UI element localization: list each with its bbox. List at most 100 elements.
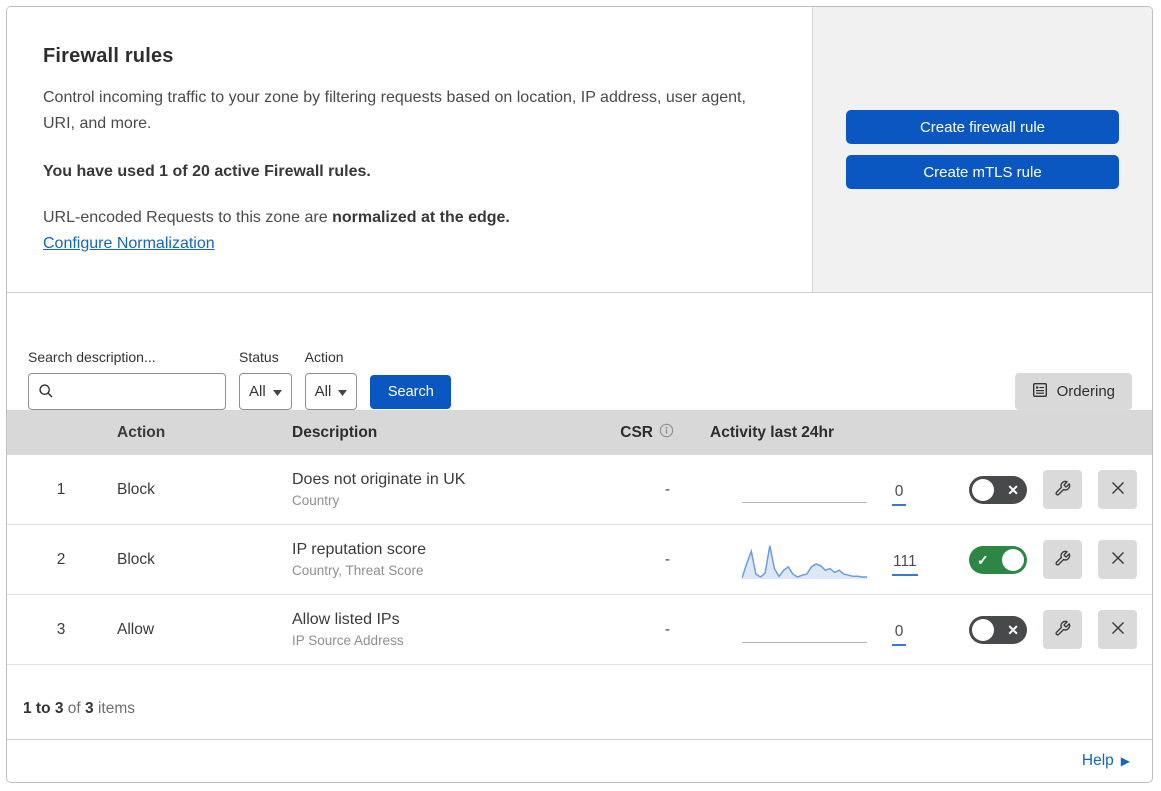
- rule-activity-cell: 0: [702, 470, 952, 510]
- ordering-list-icon: [1032, 382, 1048, 402]
- table-footer: 1 to 3 of 3 items: [7, 665, 1152, 740]
- activity-count-link[interactable]: 111: [892, 553, 918, 576]
- configure-normalization-link[interactable]: Configure Normalization: [43, 235, 215, 253]
- rule-description-cell: Allow listed IPs IP Source Address: [272, 611, 582, 648]
- close-icon: [1110, 620, 1126, 639]
- rule-controls: ✓: [952, 540, 1152, 579]
- rule-description-cell: IP reputation score Country, Threat Scor…: [272, 541, 582, 578]
- rule-priority: 3: [56, 620, 66, 638]
- activity-sparkline: [742, 610, 872, 650]
- activity-sparkline: [741, 540, 872, 580]
- rule-enabled-toggle[interactable]: ✓: [969, 545, 1027, 574]
- search-input[interactable]: [28, 373, 226, 410]
- rule-action: Block: [117, 480, 155, 498]
- rule-priority: 1: [56, 480, 66, 498]
- help-link-label: Help: [1081, 752, 1114, 769]
- status-dropdown[interactable]: All: [239, 373, 292, 410]
- rule-controls: ✕: [952, 610, 1152, 649]
- delete-rule-button[interactable]: [1098, 470, 1137, 509]
- rule-csr-value: -: [664, 620, 670, 638]
- header-section: Firewall rules Control incoming traffic …: [7, 7, 1152, 293]
- search-label: Search description...: [28, 349, 156, 365]
- status-label: Status: [239, 349, 279, 365]
- page-description: Control incoming traffic to your zone by…: [43, 89, 746, 132]
- rule-criteria: Country, Threat Score: [292, 563, 424, 578]
- activity-count-link[interactable]: 0: [892, 483, 906, 506]
- help-link[interactable]: Help ▶: [1082, 752, 1130, 770]
- rule-action: Allow: [117, 620, 155, 638]
- rule-enabled-toggle[interactable]: ✕: [969, 475, 1027, 504]
- header-text-area: Firewall rules Control incoming traffic …: [7, 7, 813, 292]
- table-body: 1 Block Does not originate in UK Country…: [7, 455, 1152, 665]
- rule-activity-cell: 0: [702, 610, 952, 650]
- actions-panel: Create firewall rule Create mTLS rule: [813, 7, 1152, 292]
- wrench-icon: [1054, 550, 1071, 570]
- csr-header-label: CSR: [620, 423, 653, 441]
- usage-statement: You have used 1 of 20 active Firewall ru…: [43, 163, 371, 180]
- rule-priority: 2: [56, 550, 66, 568]
- rule-criteria: IP Source Address: [292, 633, 404, 648]
- pagination-summary: 1 to 3 of 3 items: [23, 700, 135, 717]
- action-label: Action: [304, 349, 344, 365]
- action-filter-group: Action All: [304, 349, 358, 410]
- table-row: 2 Block IP reputation score Country, Thr…: [7, 525, 1152, 595]
- close-icon: [1110, 480, 1126, 499]
- toggle-knob: [1002, 548, 1024, 571]
- close-icon: [1110, 550, 1126, 569]
- rule-criteria: Country: [292, 493, 340, 508]
- action-value: All: [314, 383, 332, 400]
- x-icon: ✕: [1007, 621, 1019, 638]
- table-row: 3 Allow Allow listed IPs IP Source Addre…: [7, 595, 1152, 665]
- help-bar: Help ▶: [7, 740, 1152, 782]
- description-column-header: Description: [292, 423, 378, 441]
- activity-sparkline: [742, 470, 872, 510]
- normalization-text: URL-encoded Requests to this zone are: [43, 209, 333, 226]
- edit-rule-button[interactable]: [1043, 610, 1082, 649]
- rule-description-cell: Does not originate in UK Country: [272, 471, 582, 508]
- search-box: [28, 373, 226, 410]
- rule-controls: ✕: [952, 470, 1152, 509]
- rule-description: Does not originate in UK: [292, 471, 466, 488]
- filter-bar: Search description... Status All Action …: [7, 293, 1152, 410]
- action-dropdown[interactable]: All: [304, 373, 358, 410]
- ordering-button[interactable]: Ordering: [1014, 373, 1132, 410]
- x-icon: ✕: [1007, 481, 1019, 498]
- ordering-button-label: Ordering: [1056, 383, 1115, 400]
- toggle-knob: [972, 478, 994, 501]
- rule-description: Allow listed IPs: [292, 611, 400, 628]
- edit-rule-button[interactable]: [1043, 540, 1082, 579]
- wrench-icon: [1054, 480, 1071, 500]
- toggle-knob: [972, 618, 994, 641]
- delete-rule-button[interactable]: [1098, 610, 1137, 649]
- table-header: Action Description CSR Activity last 24h…: [7, 410, 1152, 455]
- chevron-down-icon: [272, 383, 282, 400]
- table-row: 1 Block Does not originate in UK Country…: [7, 455, 1152, 525]
- search-group: Search description...: [28, 349, 226, 410]
- create-mtls-rule-button[interactable]: Create mTLS rule: [846, 155, 1119, 189]
- rule-enabled-toggle[interactable]: ✕: [969, 615, 1027, 644]
- wrench-icon: [1054, 620, 1071, 640]
- normalization-bold: normalized at the edge.: [332, 209, 510, 226]
- edit-rule-button[interactable]: [1043, 470, 1082, 509]
- chevron-down-icon: [338, 383, 348, 400]
- rule-description: IP reputation score: [292, 541, 427, 558]
- rule-csr-value: -: [664, 480, 670, 498]
- rule-csr-value: -: [664, 550, 670, 568]
- info-icon[interactable]: [659, 423, 674, 443]
- status-value: All: [249, 383, 266, 400]
- activity-count-link[interactable]: 0: [892, 623, 906, 646]
- rule-activity-cell: 111: [702, 540, 952, 580]
- page-title: Firewall rules: [43, 45, 174, 67]
- search-icon: [38, 383, 54, 404]
- csr-column-header: CSR: [582, 423, 702, 443]
- delete-rule-button[interactable]: [1098, 540, 1137, 579]
- rule-action: Block: [117, 550, 155, 568]
- normalization-statement: URL-encoded Requests to this zone are no…: [43, 209, 782, 227]
- activity-column-header: Activity last 24hr: [710, 423, 835, 441]
- check-icon: ✓: [977, 551, 989, 568]
- action-column-header: Action: [117, 423, 166, 441]
- status-filter-group: Status All: [239, 349, 292, 410]
- firewall-rules-panel: Firewall rules Control incoming traffic …: [6, 6, 1153, 783]
- create-firewall-rule-button[interactable]: Create firewall rule: [846, 110, 1119, 144]
- search-button[interactable]: Search: [370, 375, 452, 409]
